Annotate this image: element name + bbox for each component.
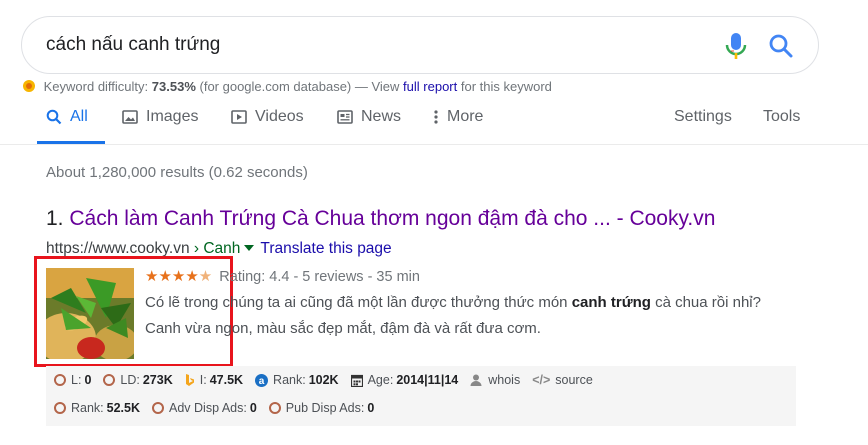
more-icon: [434, 110, 438, 124]
google-circle-icon: [103, 374, 116, 386]
search-icon: [46, 109, 62, 125]
metric-whois[interactable]: whois: [470, 373, 520, 387]
search-box[interactable]: cách nấu canh trứng: [21, 16, 819, 74]
play-icon: [231, 110, 247, 124]
tab-all[interactable]: All: [46, 108, 88, 126]
google-circle-icon: [54, 374, 66, 386]
tab-images[interactable]: Images: [122, 108, 198, 126]
seo-keyword-bar: Keyword difficulty: 73.53% (for google.c…: [22, 79, 552, 94]
metrics-row-1: L: 0 LD: 273K I: 47.5K a Rank: 102K Age: 2014…: [54, 373, 605, 387]
keyword-db-text: (for google.com database) — View: [199, 79, 400, 94]
metric-semrush-rank[interactable]: Rank: 52.5K: [54, 401, 140, 415]
search-tabs: All Images Videos News More Settings Too…: [0, 96, 868, 144]
metric-adv-disp-ads[interactable]: Adv Disp Ads: 0: [152, 401, 257, 415]
semrush-circle-icon: [152, 402, 165, 414]
semrush-circle-icon: [268, 402, 281, 414]
result-title[interactable]: Cách làm Canh Trứng Cà Chua thơm ngon đậ…: [69, 207, 715, 230]
calendar-icon: [350, 374, 363, 387]
result-number: 1.: [46, 207, 64, 230]
keyword-difficulty-label: Keyword difficulty:: [43, 79, 149, 94]
code-icon: </>: [532, 373, 551, 387]
rating-text: Rating: 4.4 - 5 reviews - 35 min: [219, 269, 420, 285]
image-icon: [122, 110, 138, 124]
tab-more[interactable]: More: [433, 108, 483, 126]
tab-videos[interactable]: Videos: [231, 108, 304, 126]
metric-linking-domains[interactable]: LD: 273K: [103, 373, 173, 387]
result-breadcrumb: › Canh: [193, 240, 241, 257]
alexa-icon: a: [255, 373, 269, 387]
metric-domain-age[interactable]: Age: 2014|11|14: [350, 373, 458, 387]
tabs-divider: [0, 144, 868, 145]
metric-alexa-rank[interactable]: a Rank: 102K: [255, 373, 339, 387]
metrics-row-2: Rank: 52.5K Adv Disp Ads: 0 Pub Disp Ads: 0: [54, 401, 386, 415]
tab-news[interactable]: News: [337, 108, 401, 126]
bing-icon: [185, 373, 194, 386]
user-icon: [470, 374, 482, 386]
dropdown-arrow-icon[interactable]: [244, 245, 255, 252]
metric-bing-index[interactable]: I: 47.5K: [185, 373, 243, 387]
result-stats: About 1,280,000 results (0.62 seconds): [46, 164, 308, 181]
tab-tools[interactable]: Tools: [763, 108, 800, 126]
search-icon[interactable]: [768, 33, 794, 59]
result-rating: ★★★★★ Rating: 4.4 - 5 reviews - 35 min: [145, 267, 420, 285]
full-report-link[interactable]: full report: [403, 79, 457, 94]
rating-stars-icon: ★★★★★: [145, 268, 213, 285]
seoquake-logo-icon: [23, 80, 35, 92]
news-icon: [337, 110, 353, 124]
metric-pub-disp-ads[interactable]: Pub Disp Ads: 0: [268, 401, 374, 415]
result-snippet: Có lẽ trong chúng ta ai cũng đã một lần …: [145, 294, 761, 337]
translate-link[interactable]: Translate this page: [260, 240, 391, 257]
microphone-icon[interactable]: [724, 31, 748, 61]
search-input[interactable]: cách nấu canh trứng: [46, 34, 220, 56]
semrush-circle-icon: [54, 402, 66, 414]
keyword-suffix: for this keyword: [460, 79, 552, 94]
result-url[interactable]: https://www.cooky.vn: [46, 240, 190, 257]
seo-metrics-panel: L: 0 LD: 273K I: 47.5K a Rank: 102K Age: 2014…: [46, 366, 796, 426]
svg-text:a: a: [259, 376, 265, 387]
metric-source[interactable]: </> source: [532, 373, 593, 387]
result-title-link[interactable]: 1. Cách làm Canh Trứng Cà Chua thơm ngon…: [46, 207, 715, 231]
keyword-difficulty-value: 73.53%: [151, 79, 196, 94]
metric-links[interactable]: L: 0: [54, 373, 91, 387]
tab-settings[interactable]: Settings: [674, 108, 732, 126]
